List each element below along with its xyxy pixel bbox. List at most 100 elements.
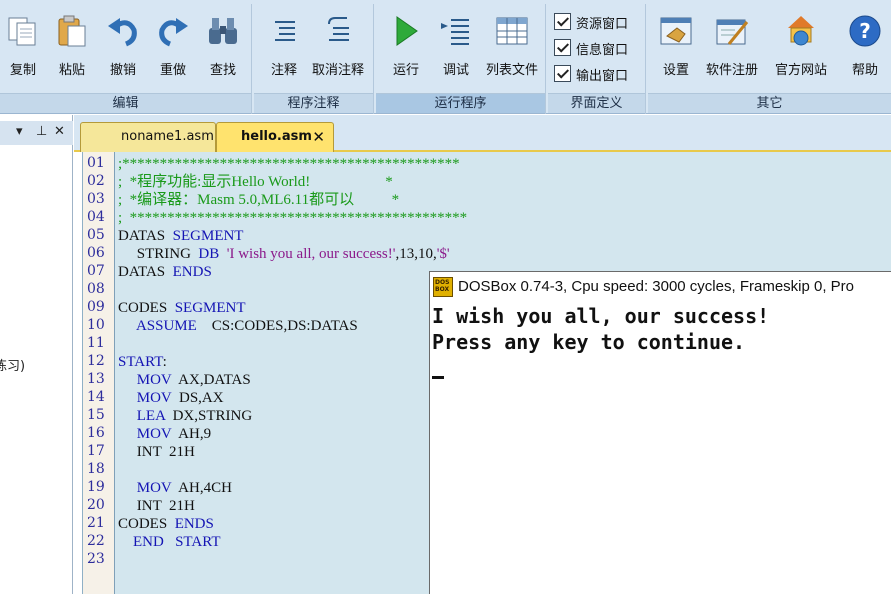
- uncomment-button[interactable]: 取消注释: [312, 8, 364, 84]
- code-token: ;***************************************…: [118, 156, 460, 172]
- help-button[interactable]: ? 帮助: [839, 8, 891, 84]
- line-number: 01: [87, 155, 105, 171]
- code-token: ; *程序功能:显示Hello World! *: [118, 174, 393, 190]
- code-token: DS,AX: [171, 390, 224, 406]
- code-token: CS:CODES,DS:DATAS: [196, 318, 358, 334]
- debug-list-icon: [441, 19, 469, 45]
- code-line[interactable]: MOV AH,9: [118, 425, 211, 443]
- line-number: 09: [87, 299, 105, 315]
- line-number: 05: [87, 227, 105, 243]
- code-line[interactable]: MOV AH,4CH: [118, 479, 232, 497]
- checkbox-checked[interactable]: [554, 39, 571, 56]
- code-token: LEA: [136, 408, 166, 424]
- code-line[interactable]: ;***************************************…: [118, 155, 460, 173]
- code-line[interactable]: ; **************************************…: [118, 209, 467, 227]
- line-number: 04: [87, 209, 105, 225]
- register-button[interactable]: 软件注册: [706, 8, 758, 84]
- close-icon[interactable]: ✕: [54, 124, 65, 139]
- code-token: MOV: [136, 426, 172, 442]
- line-number: 15: [87, 407, 105, 423]
- find-button[interactable]: 查找: [197, 8, 249, 84]
- code-token: ,13,10,: [395, 246, 437, 262]
- tab-label: hello.asm: [241, 129, 312, 144]
- ribbon-group-other: 设置 软件注册 官方网站 ? 帮助 其它: [648, 4, 891, 114]
- comment-button[interactable]: 注释: [258, 8, 310, 84]
- line-number: 06: [87, 245, 105, 261]
- dosbox-window[interactable]: DOS BOX DOSBox 0.74-3, Cpu speed: 3000 c…: [429, 271, 891, 595]
- code-line[interactable]: ; *程序功能:显示Hello World! *: [118, 173, 393, 191]
- code-token: DX,STRING: [165, 408, 253, 424]
- dosbox-title: DOSBox 0.74-3, Cpu speed: 3000 cycles, F…: [458, 278, 855, 295]
- dosbox-title-bar[interactable]: DOS BOX DOSBox 0.74-3, Cpu speed: 3000 c…: [430, 272, 891, 302]
- tab-noname1[interactable]: noname1.asm: [80, 122, 216, 152]
- settings-button[interactable]: 设置: [650, 8, 702, 84]
- uncomment-label: 取消注释: [311, 63, 364, 78]
- dos-output-line: I wish you all, our success!: [432, 304, 770, 328]
- ribbon-group-comment: 注释 取消注释 程序注释: [254, 4, 374, 114]
- uncomment-lines-icon: [328, 17, 349, 41]
- redo-icon: [159, 18, 188, 47]
- resource-window-checkbox[interactable]: 资源窗口: [554, 11, 644, 33]
- help-label: 帮助: [851, 63, 878, 78]
- group-title-other: 其它: [648, 93, 891, 113]
- info-window-checkbox[interactable]: 信息窗口: [554, 37, 644, 59]
- register-icon: [716, 19, 749, 45]
- checkbox-checked[interactable]: [554, 65, 571, 82]
- dosbox-screen[interactable]: I wish you all, our success! Press any k…: [430, 302, 891, 595]
- code-line[interactable]: STRING DB 'I wish you all, our success!'…: [118, 245, 450, 263]
- resource-window-label: 资源窗口: [576, 17, 629, 32]
- dock-tree-item[interactable]: 练习): [0, 355, 25, 374]
- line-number: 02: [87, 173, 105, 189]
- list-file-label: 列表文件: [485, 63, 538, 78]
- tab-label: noname1.asm: [121, 129, 214, 144]
- line-number: 23: [87, 551, 105, 567]
- code-token: INT 21H: [118, 444, 195, 460]
- code-token: SEGMENT: [172, 228, 244, 244]
- line-number: 22: [87, 533, 105, 549]
- code-line[interactable]: END START: [118, 533, 220, 551]
- code-token: AH,9: [171, 426, 212, 442]
- close-icon[interactable]: ✕: [312, 123, 325, 151]
- group-title-run: 运行程序: [376, 93, 545, 113]
- code-line[interactable]: INT 21H: [118, 443, 195, 461]
- dock-dropdown-icon[interactable]: ▾: [16, 124, 23, 139]
- code-token: CODES: [118, 300, 175, 316]
- code-line[interactable]: DATAS ENDS: [118, 263, 212, 281]
- copy-icon: [8, 17, 36, 46]
- output-window-checkbox[interactable]: 输出窗口: [554, 63, 644, 85]
- register-label: 软件注册: [705, 63, 758, 78]
- dock-header: ▾ ⊥ ✕: [0, 121, 73, 145]
- home-globe-icon: [788, 16, 814, 46]
- list-file-button[interactable]: 列表文件: [486, 8, 538, 84]
- play-icon: [396, 16, 418, 46]
- code-token: INT 21H: [118, 498, 195, 514]
- output-window-label: 输出窗口: [576, 69, 629, 84]
- pin-icon[interactable]: ⊥: [36, 124, 47, 139]
- line-number: 20: [87, 497, 105, 513]
- code-line[interactable]: INT 21H: [118, 497, 195, 515]
- debug-button[interactable]: 调试: [430, 8, 482, 84]
- code-line[interactable]: DATAS SEGMENT: [118, 227, 243, 245]
- website-button[interactable]: 官方网站: [775, 8, 827, 84]
- line-number: 18: [87, 461, 105, 477]
- code-line[interactable]: ; *编译器：Masm 5.0,ML6.11都可以 *: [118, 191, 399, 209]
- tab-hello[interactable]: hello.asm ✕: [216, 122, 334, 152]
- checkbox-checked[interactable]: [554, 13, 571, 30]
- code-line[interactable]: ASSUME CS:CODES,DS:DATAS: [118, 317, 358, 335]
- code-line[interactable]: START:: [118, 353, 167, 371]
- code-line[interactable]: LEA DX,STRING: [118, 407, 252, 425]
- code-line[interactable]: CODES SEGMENT: [118, 299, 246, 317]
- dos-output-line: Press any key to continue.: [432, 330, 746, 354]
- code-token: AX,DATAS: [171, 372, 251, 388]
- code-token: :: [162, 354, 167, 370]
- line-number: 11: [87, 335, 105, 351]
- code-line[interactable]: MOV AX,DATAS: [118, 371, 251, 389]
- svg-text:?: ?: [859, 19, 871, 43]
- code-token: ASSUME: [135, 318, 197, 334]
- code-line[interactable]: MOV DS,AX: [118, 389, 224, 407]
- code-line[interactable]: CODES ENDS: [118, 515, 214, 533]
